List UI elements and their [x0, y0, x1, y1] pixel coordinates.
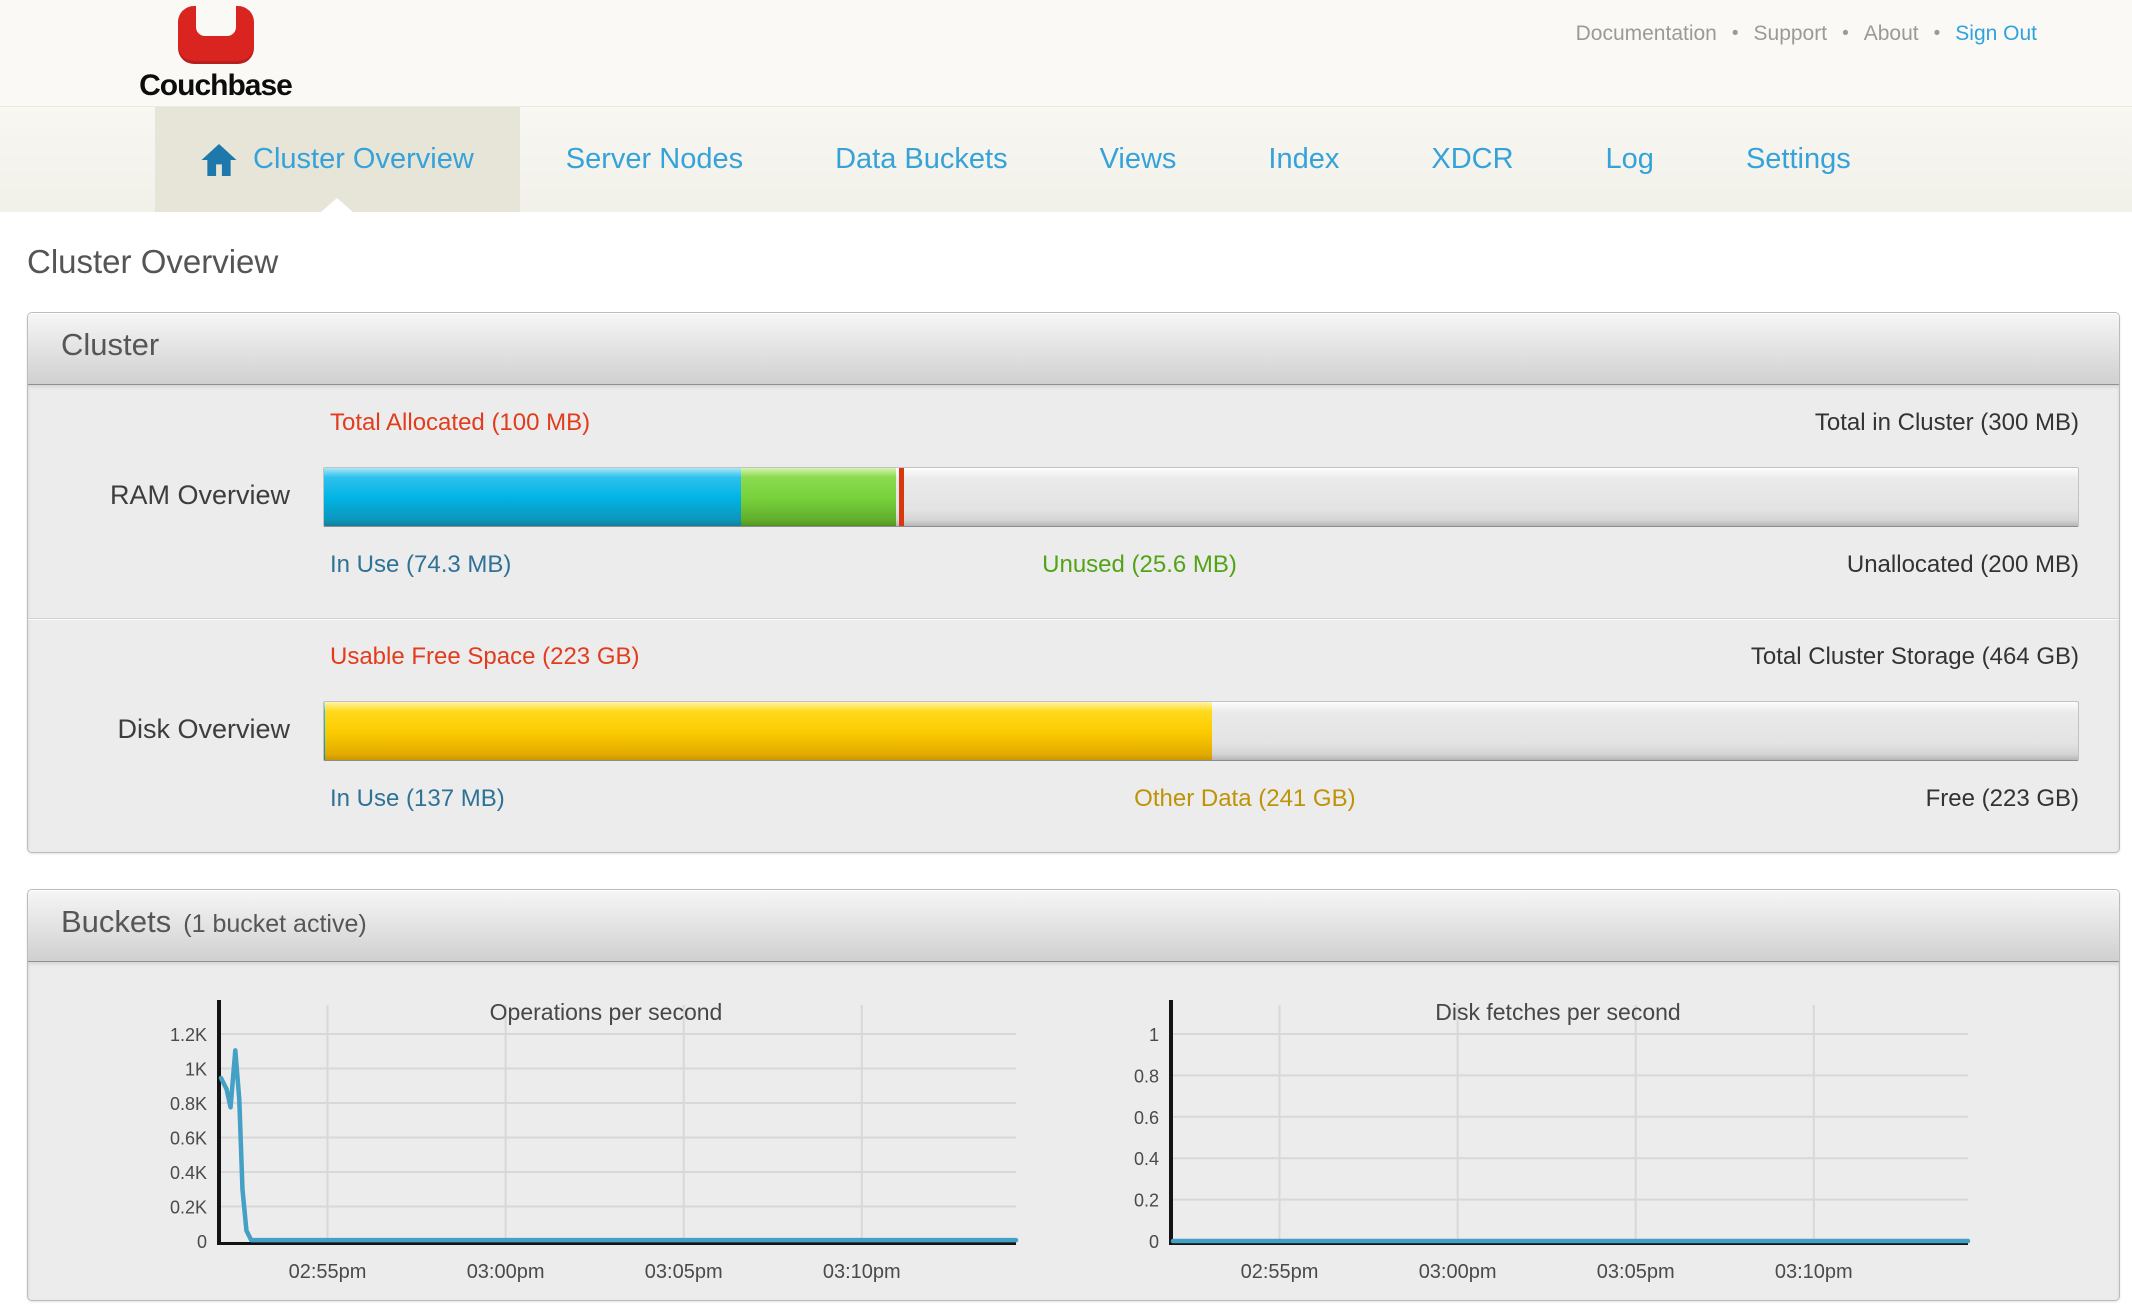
header-links: Documentation • Support • About • Sign Out	[1576, 22, 2037, 46]
disk-overview-row: Disk Overview Usable Free Space (223 GB)…	[28, 618, 2119, 852]
y-tick-label: 0.8K	[170, 1094, 207, 1114]
chart-title: Operations per second	[490, 999, 723, 1025]
header-link-sign-out[interactable]: Sign Out	[1955, 22, 2037, 46]
disk-other-data-label: Other Data (241 GB)	[1134, 785, 1355, 813]
couchbase-logo-icon	[178, 6, 254, 64]
nav-tab-xdcr[interactable]: XDCR	[1385, 107, 1559, 212]
bar-segment-in-use	[324, 468, 741, 526]
y-tick-label: 0.2K	[170, 1197, 207, 1217]
x-tick-label: 03:10pm	[1775, 1261, 1853, 1283]
x-tick-label: 03:00pm	[1419, 1261, 1497, 1283]
ram-overview-row: RAM Overview Total Allocated (100 MB) To…	[28, 385, 2119, 618]
y-tick-label: 0.4	[1134, 1149, 1159, 1169]
bar-segment-other-data	[325, 702, 1213, 760]
x-tick-label: 02:55pm	[289, 1261, 367, 1283]
disk-usable-free-space-label: Usable Free Space (223 GB)	[330, 643, 639, 673]
nav-tab-label: Settings	[1746, 143, 1851, 176]
separator-dot: •	[1842, 23, 1849, 45]
cluster-panel-title: Cluster	[61, 327, 159, 363]
nav-tab-label: Data Buckets	[835, 143, 1007, 176]
ram-total-allocated-label: Total Allocated (100 MB)	[330, 409, 590, 439]
header-link-about[interactable]: About	[1864, 22, 1919, 46]
y-tick-label: 1.2K	[170, 1025, 207, 1045]
buckets-panel: Buckets (1 bucket active) 1.2K 1K 0.8K 0.6K…	[27, 889, 2120, 1301]
nav-tab-settings[interactable]: Settings	[1700, 107, 1897, 212]
nav-tab-server-nodes[interactable]: Server Nodes	[520, 107, 789, 212]
header-link-support[interactable]: Support	[1754, 22, 1828, 46]
y-tick-label: 1	[1149, 1025, 1159, 1045]
disk-usage-bar	[323, 701, 2079, 761]
main-content: Cluster Overview Cluster RAM Overview To…	[0, 212, 2132, 1301]
y-tick-label: 1K	[185, 1059, 207, 1079]
nav-tab-log[interactable]: Log	[1560, 107, 1700, 212]
x-tick-label: 02:55pm	[1241, 1261, 1319, 1283]
bar-segment-unused	[741, 468, 895, 526]
main-nav: Cluster Overview Server Nodes Data Buckets…	[0, 106, 2132, 212]
nav-tab-label: Cluster Overview	[253, 143, 474, 176]
ram-overview-label: RAM Overview	[28, 480, 290, 511]
disk-overview-label: Disk Overview	[28, 714, 290, 745]
nav-tab-cluster-overview[interactable]: Cluster Overview	[155, 107, 520, 212]
y-tick-label: 0.8	[1134, 1066, 1159, 1086]
quota-marker	[899, 468, 904, 526]
operations-per-second-chart: 1.2K 1K 0.8K 0.6K 0.4K 0.2K 0 02:55pm 03:00pm 03:…	[131, 990, 1051, 1290]
couchbase-logo[interactable]: Couchbase	[118, 6, 313, 103]
app-header: Couchbase Documentation • Support • About • Si…	[0, 0, 2132, 106]
separator-dot: •	[1934, 23, 1941, 45]
y-tick-label: 0	[197, 1232, 207, 1252]
y-tick-label: 0	[1149, 1232, 1159, 1252]
header-link-documentation[interactable]: Documentation	[1576, 22, 1717, 46]
buckets-panel-title: Buckets	[61, 904, 171, 940]
ram-total-in-cluster-label: Total in Cluster (300 MB)	[1815, 409, 2079, 439]
buckets-active-count: (1 bucket active)	[183, 910, 366, 939]
disk-in-use-label: In Use (137 MB)	[330, 785, 505, 815]
x-tick-label: 03:10pm	[823, 1261, 901, 1283]
series-line	[221, 1050, 1016, 1240]
nav-tab-index[interactable]: Index	[1222, 107, 1385, 212]
nav-tab-label: Views	[1100, 143, 1177, 176]
buckets-charts-area: 1.2K 1K 0.8K 0.6K 0.4K 0.2K 0 02:55pm 03:00pm 03:…	[28, 962, 2119, 1300]
separator-dot: •	[1732, 23, 1739, 45]
page-title: Cluster Overview	[0, 212, 2132, 282]
nav-tab-views[interactable]: Views	[1054, 107, 1223, 212]
y-tick-label: 0.4K	[170, 1163, 207, 1183]
ram-unused-label: Unused (25.6 MB)	[1042, 551, 1237, 579]
x-tick-label: 03:00pm	[467, 1261, 545, 1283]
disk-fetches-per-second-chart: 1 0.8 0.6 0.4 0.2 0 02:55pm 03:00pm 03:05pm 03:10…	[1083, 990, 2003, 1290]
home-icon	[201, 144, 237, 176]
y-tick-label: 0.2	[1134, 1191, 1159, 1211]
disk-free-label: Free (223 GB)	[1926, 785, 2079, 815]
ram-usage-bar	[323, 467, 2079, 527]
disk-total-cluster-storage-label: Total Cluster Storage (464 GB)	[1751, 643, 2079, 673]
nav-tab-label: Log	[1606, 143, 1654, 176]
nav-tab-data-buckets[interactable]: Data Buckets	[789, 107, 1053, 212]
y-tick-label: 0.6	[1134, 1108, 1159, 1128]
ram-in-use-label: In Use (74.3 MB)	[330, 551, 511, 581]
x-tick-label: 03:05pm	[645, 1261, 723, 1283]
ram-unallocated-label: Unallocated (200 MB)	[1847, 551, 2079, 581]
buckets-panel-header: Buckets (1 bucket active)	[28, 890, 2119, 962]
cluster-panel-header: Cluster	[28, 313, 2119, 385]
couchbase-logo-text: Couchbase	[118, 69, 313, 103]
nav-tab-label: Index	[1268, 143, 1339, 176]
cluster-panel-body: RAM Overview Total Allocated (100 MB) To…	[28, 385, 2119, 852]
cluster-panel: Cluster RAM Overview Total Allocated (10…	[27, 312, 2120, 853]
y-tick-label: 0.6K	[170, 1128, 207, 1148]
chart-title: Disk fetches per second	[1435, 999, 1680, 1025]
nav-tab-label: XDCR	[1431, 143, 1513, 176]
nav-tab-label: Server Nodes	[566, 143, 743, 176]
x-tick-label: 03:05pm	[1597, 1261, 1675, 1283]
